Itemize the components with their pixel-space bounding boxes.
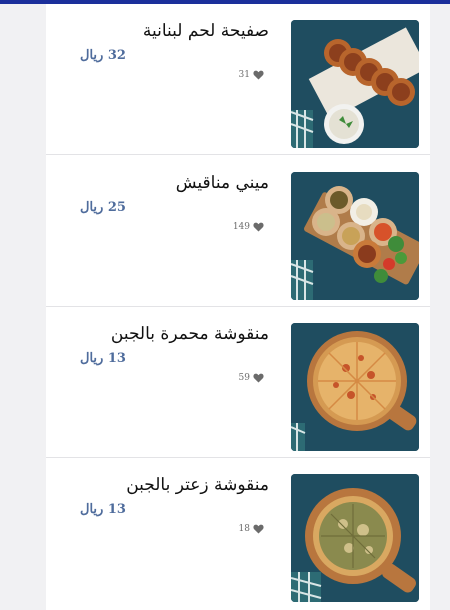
item-price: 13 ريال: [80, 502, 126, 517]
item-price: 32 ريال: [80, 48, 126, 63]
item-image[interactable]: [291, 474, 419, 602]
like-button[interactable]: 31: [239, 70, 264, 80]
item-name: صفيحة لحم لبنانية: [142, 21, 269, 41]
like-button[interactable]: 18: [239, 524, 264, 534]
menu-item-mini-manakish[interactable]: ميني مناقيش 25 ريال 149: [46, 156, 430, 307]
like-button[interactable]: 149: [233, 222, 264, 232]
heart-icon: [253, 222, 264, 232]
menu-item-zaatar-cheese[interactable]: منقوشة زعتر بالجبن 13 ريال 18: [46, 458, 430, 609]
menu-item-muhammara-cheese[interactable]: منقوشة محمرة بالجبن 13 ريال 59: [46, 307, 430, 458]
likes-count: 59: [238, 373, 250, 383]
item-name: ميني مناقيش: [175, 173, 269, 193]
like-button[interactable]: 59: [239, 373, 264, 383]
heart-icon: [253, 70, 264, 80]
likes-count: 31: [238, 70, 250, 80]
heart-icon: [253, 373, 264, 383]
likes-count: 149: [232, 222, 250, 232]
heart-icon: [253, 524, 264, 534]
menu-list: صفيحة لحم لبنانية 32 ريال 31 ميني مناقيش…: [46, 4, 430, 610]
item-name: منقوشة زعتر بالجبن: [126, 475, 269, 495]
likes-count: 18: [238, 524, 250, 534]
item-image[interactable]: [291, 323, 419, 451]
item-price: 13 ريال: [80, 351, 126, 366]
menu-item-sfiha[interactable]: صفيحة لحم لبنانية 32 ريال 31: [46, 4, 430, 155]
item-price: 25 ريال: [80, 200, 126, 215]
item-image[interactable]: [291, 172, 419, 300]
item-name: منقوشة محمرة بالجبن: [110, 324, 269, 344]
item-image[interactable]: [291, 20, 419, 148]
